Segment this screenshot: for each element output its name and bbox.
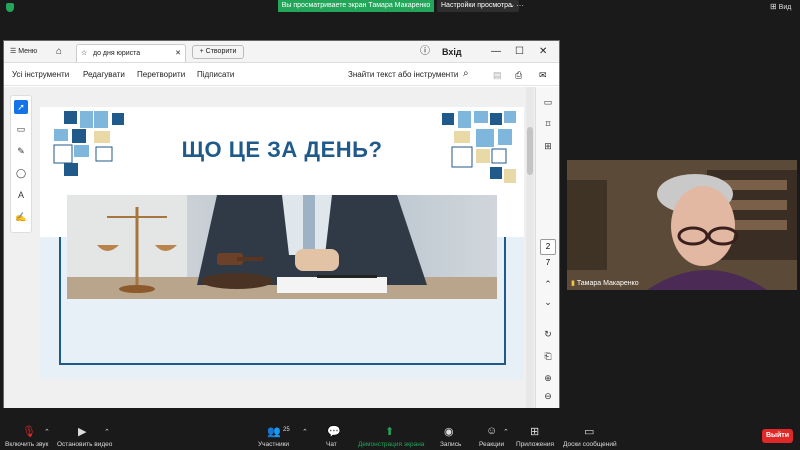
participants-count: 25 (283, 427, 290, 433)
tab-title: до дня юриста (93, 50, 141, 57)
participants-chevron-icon[interactable]: ⌃ (302, 428, 308, 436)
mute-button[interactable]: Включить звук (5, 441, 48, 448)
select-cursor-icon[interactable]: ➚ (14, 100, 28, 114)
signal-bars-icon: ▮ (571, 280, 575, 287)
participant-video-feed (567, 160, 797, 290)
document-work-area: ➚ ▭ ✎ ◯ A ✍ ЩО ЦЕ ЗА ДЕНЬ? ▭ ⌑ ⊞ 2 7 ⌃ ⌄… (4, 87, 559, 408)
slide-heading: ЩО ЦЕ ЗА ДЕНЬ? (181, 137, 383, 162)
print-icon[interactable]: ⎙ (515, 70, 522, 81)
email-icon[interactable]: ✉ (539, 70, 547, 81)
share-screen-icon[interactable]: ⬆ (385, 425, 394, 438)
participant-video[interactable]: ▮ Тамара Макаренко (567, 160, 797, 290)
video-options-chevron-icon[interactable]: ⌃ (104, 428, 110, 436)
plus-icon: + (199, 48, 204, 55)
menu-bar: Усі інструменти Редагувати Перетворити П… (4, 64, 559, 86)
help-icon[interactable]: ⓘ (420, 41, 430, 63)
star-icon[interactable]: ☆ (81, 45, 87, 62)
screen-share-banner: Вы просматриваете экран Тамара Макаренко (278, 0, 434, 12)
draw-lasso-icon[interactable]: ◯ (14, 166, 28, 180)
zoom-top-bar: Вы просматриваете экран Тамара Макаренко… (0, 0, 800, 14)
audio-options-chevron-icon[interactable]: ⌃ (44, 428, 50, 436)
zoom-out-icon[interactable]: ⊖ (541, 389, 555, 403)
menu-button[interactable]: ☰ Меню (10, 41, 37, 63)
view-settings-button[interactable]: Настройки просмотра ⌄ (437, 0, 519, 12)
reactions-icon[interactable]: ☺ (486, 425, 497, 437)
lawyer-desk-photo (67, 195, 497, 299)
vertical-scrollbar[interactable] (526, 87, 534, 408)
participant-name: ▮ Тамара Макаренко (571, 280, 639, 287)
chat-button[interactable]: Чат (326, 441, 337, 448)
participants-button[interactable]: Участники (258, 441, 289, 448)
search-icon[interactable]: ⌕ (463, 68, 469, 79)
bookmark-icon[interactable]: ⌑ (541, 117, 555, 131)
more-options-icon[interactable]: ⋯ (516, 1, 524, 10)
search-tools-label[interactable]: Знайти текст або інструменти (348, 70, 458, 79)
page-up-icon[interactable]: ⌃ (541, 277, 555, 291)
acrobat-window: ☰ Меню ⌂ ☆ до дня юриста ✕ + Створити ⓘ … (3, 40, 560, 408)
maximize-icon[interactable]: ☐ (515, 41, 524, 63)
pdf-page: ЩО ЦЕ ЗА ДЕНЬ? (40, 107, 524, 379)
new-tab-button[interactable]: + Створити (192, 45, 244, 59)
scrollbar-thumb[interactable] (527, 127, 533, 175)
home-icon[interactable]: ⌂ (56, 41, 62, 63)
zoom-in-icon[interactable]: ⊕ (541, 371, 555, 385)
pen-icon[interactable]: ✎ (14, 144, 28, 158)
signature-icon[interactable]: ✍ (14, 210, 28, 224)
menu-all-tools[interactable]: Усі інструменти (12, 70, 69, 79)
record-button[interactable]: Запись (440, 441, 461, 448)
extract-page-icon[interactable]: ⎗ (541, 349, 555, 363)
save-icon[interactable]: ▤ (493, 70, 502, 81)
tab-document[interactable]: ☆ до дня юриста ✕ (76, 44, 186, 62)
whiteboards-button[interactable]: Доски сообщений (563, 441, 617, 448)
page-number-input[interactable]: 2 (540, 239, 556, 255)
add-comment-icon[interactable]: ▭ (14, 122, 28, 136)
participants-icon[interactable]: 👥 (267, 425, 281, 438)
minimize-icon[interactable]: — (491, 41, 501, 63)
chat-icon[interactable]: 💬 (327, 425, 341, 438)
grid-icon: ⊞ (770, 2, 777, 11)
menu-label: Меню (18, 48, 38, 55)
reactions-button[interactable]: Реакции (479, 441, 504, 448)
reactions-chevron-icon[interactable]: ⌃ (503, 428, 509, 436)
apps-icon[interactable]: ⊞ (530, 425, 539, 438)
close-tab-icon[interactable]: ✕ (175, 45, 181, 62)
whiteboard-icon[interactable]: ▭ (584, 425, 594, 438)
zoom-bottom-toolbar: 🎙 ⌃ Включить звук ▶ ⌃ Остановить видео 👥… (0, 420, 800, 450)
menu-convert[interactable]: Перетворити (137, 70, 185, 79)
thumbnails-icon[interactable]: ⊞ (541, 139, 555, 153)
microphone-muted-icon[interactable]: 🎙 (22, 425, 36, 438)
stop-video-button[interactable]: Остановить видео (57, 441, 112, 448)
leave-button[interactable]: Выйти (762, 429, 793, 443)
menu-sign[interactable]: Підписати (197, 70, 234, 79)
chevron-down-icon: ⌄ (509, 2, 515, 9)
signin-button[interactable]: Вхід (442, 41, 462, 63)
comment-panel-icon[interactable]: ▭ (541, 95, 555, 109)
view-button[interactable]: ⊞ Вид (770, 2, 791, 11)
rotate-icon[interactable]: ↻ (541, 327, 555, 341)
page-down-icon[interactable]: ⌄ (541, 295, 555, 309)
menu-edit[interactable]: Редагувати (83, 70, 125, 79)
security-shield-icon[interactable] (6, 3, 14, 12)
title-bar: ☰ Меню ⌂ ☆ до дня юриста ✕ + Створити ⓘ … (4, 41, 559, 63)
lawyer-illustration (67, 195, 497, 299)
view-settings-label: Настройки просмотра (441, 2, 512, 9)
apps-button[interactable]: Приложения (516, 441, 554, 448)
video-camera-icon[interactable]: ▶ (78, 425, 86, 438)
new-tab-label: Створити (205, 48, 237, 55)
share-screen-button[interactable]: Демонстрация экрана (358, 441, 424, 448)
close-window-icon[interactable]: ✕ (539, 41, 547, 63)
record-icon[interactable]: ◉ (444, 425, 454, 438)
left-toolbar: ➚ ▭ ✎ ◯ A ✍ (10, 95, 32, 233)
text-box-icon[interactable]: A (14, 188, 28, 202)
page-total: 7 (545, 258, 551, 267)
view-button-label: Вид (778, 4, 792, 11)
right-toolbar: ▭ ⌑ ⊞ 2 7 ⌃ ⌄ ↻ ⎗ ⊕ ⊖ (535, 87, 559, 408)
hamburger-icon: ☰ (10, 48, 17, 55)
